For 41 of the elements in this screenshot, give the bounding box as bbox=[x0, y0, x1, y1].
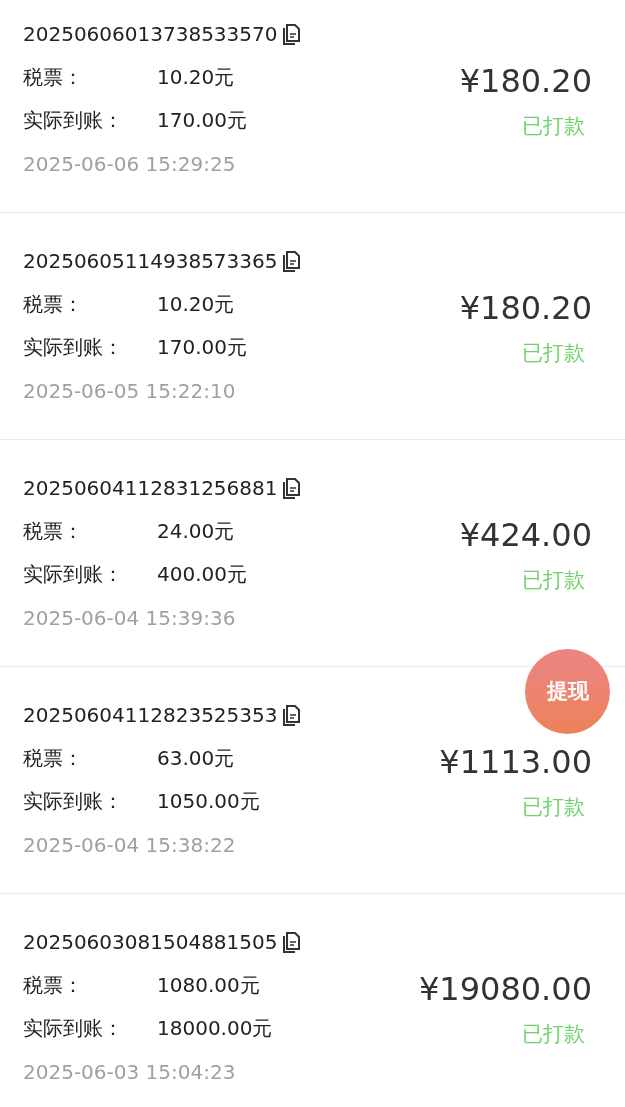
withdraw-button[interactable]: 提现 bbox=[525, 649, 610, 734]
net-value: 18000.00元 bbox=[157, 1014, 273, 1042]
tax-value: 24.00元 bbox=[157, 517, 235, 545]
order-number: 20250603081504881505 bbox=[23, 928, 278, 956]
tax-value: 63.00元 bbox=[157, 744, 235, 772]
tax-value: 10.20元 bbox=[157, 63, 235, 91]
timestamp: 2025-06-03 15:04:23 bbox=[23, 1058, 236, 1086]
timestamp: 2025-06-05 15:22:10 bbox=[23, 377, 236, 405]
amount: ¥180.20 bbox=[459, 61, 592, 103]
order-number: 20250606013738533570 bbox=[23, 20, 278, 48]
order-number: 20250604112831256881 bbox=[23, 474, 278, 502]
amount: ¥1113.00 bbox=[439, 742, 592, 784]
tax-label: 税票： bbox=[23, 63, 84, 91]
net-value: 170.00元 bbox=[157, 106, 247, 134]
tax-label: 税票： bbox=[23, 971, 84, 999]
order-number: 20250604112823525353 bbox=[23, 701, 278, 729]
status-label: 已打款 bbox=[522, 340, 585, 368]
net-label: 实际到账： bbox=[23, 1014, 124, 1042]
tax-label: 税票： bbox=[23, 744, 84, 772]
amount: ¥180.20 bbox=[459, 288, 592, 330]
timestamp: 2025-06-06 15:29:25 bbox=[23, 150, 236, 178]
timestamp: 2025-06-04 15:39:36 bbox=[23, 604, 236, 632]
net-value: 400.00元 bbox=[157, 560, 247, 588]
status-label: 已打款 bbox=[522, 1021, 585, 1049]
net-label: 实际到账： bbox=[23, 787, 124, 815]
net-label: 实际到账： bbox=[23, 560, 124, 588]
tax-label: 税票： bbox=[23, 290, 84, 318]
order-number: 20250605114938573365 bbox=[23, 247, 278, 275]
status-label: 已打款 bbox=[522, 794, 585, 822]
net-label: 实际到账： bbox=[23, 333, 124, 361]
status-label: 已打款 bbox=[522, 113, 585, 141]
timestamp: 2025-06-04 15:38:22 bbox=[23, 831, 236, 859]
tax-label: 税票： bbox=[23, 517, 84, 545]
net-value: 170.00元 bbox=[157, 333, 247, 361]
tax-value: 10.20元 bbox=[157, 290, 235, 318]
net-label: 实际到账： bbox=[23, 106, 124, 134]
amount: ¥424.00 bbox=[459, 515, 592, 557]
amount: ¥19080.00 bbox=[418, 969, 592, 1011]
tax-value: 1080.00元 bbox=[157, 971, 260, 999]
status-label: 已打款 bbox=[522, 567, 585, 595]
net-value: 1050.00元 bbox=[157, 787, 260, 815]
